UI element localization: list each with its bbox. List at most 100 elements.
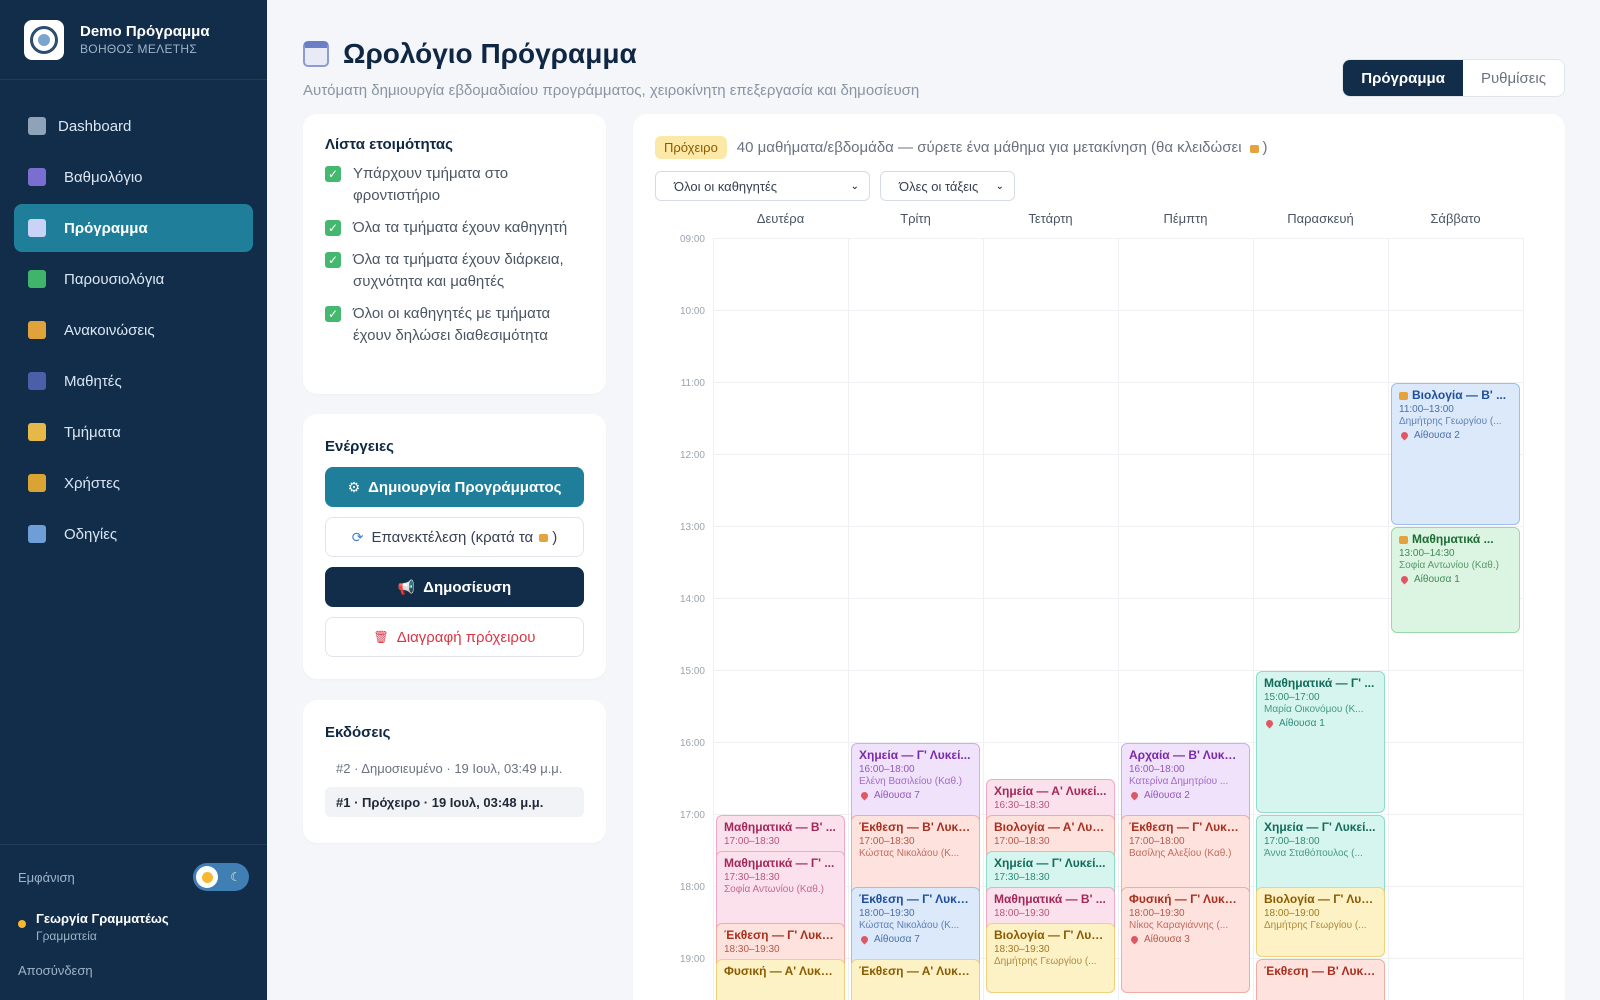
sidebar-item-book[interactable]: Οδηγίες (14, 510, 253, 558)
status-suffix: ) (1262, 139, 1268, 156)
sidebar-item-folder[interactable]: Τμήματα (14, 408, 253, 456)
schedule-event[interactable]: Φυσική — Γ' Λυκεί... 18:00–19:30 Νίκος Καρ… (1121, 887, 1250, 993)
sidebar-item-label: Dashboard (58, 117, 132, 135)
hour-label: 09:00 (679, 234, 705, 245)
brand[interactable]: Demo Πρόγραμμα ΒΟΗΘΟΣ ΜΕΛΕΤΗΣ (0, 0, 267, 80)
rerun-button[interactable]: ⟳ Επανεκτέλεση (κρατά τα ) (325, 517, 584, 557)
event-title-text: Βιολογία — Α' Λυκ... (994, 820, 1107, 834)
event-teacher: Σοφία Αντωνίου (Καθ.) (724, 884, 824, 895)
checkbox-checked-icon: ✓ (325, 306, 341, 322)
class-filter-select[interactable]: Όλες οι τάξεις ⌄ (880, 171, 1015, 201)
event-title-text: Χημεία — Γ' Λυκεί... (859, 748, 971, 762)
logout-link[interactable]: Αποσύνδεση (18, 963, 249, 978)
checklist-item: ✓ Όλα τα τμήματα έχουν διάρκεια, συχνότητ… (325, 249, 584, 293)
theme-toggle[interactable]: ☾ (193, 863, 249, 891)
event-room: Αίθουσα 7 (859, 790, 972, 801)
publish-button[interactable]: 📢 Δημοσίευση (325, 567, 584, 607)
tab-settings[interactable]: Ρυθμίσεις (1463, 60, 1564, 96)
generate-label: Δημιουργία Προγράμματος (368, 478, 562, 496)
event-title-text: Μαθηματικά ... (1412, 532, 1494, 546)
schedule-event[interactable]: Μαθηματικά ... 13:00–14:30 Σοφία Αντωνίου … (1391, 527, 1520, 633)
generate-schedule-button[interactable]: ⚙ Δημιουργία Προγράμματος (325, 467, 584, 507)
sidebar-item-users[interactable]: Μαθητές (14, 357, 253, 405)
bar-chart-icon (28, 168, 46, 186)
pin-icon (1129, 934, 1140, 945)
day-column-divider (1523, 238, 1524, 1000)
schedule-event[interactable]: Έκθεση — Β' Λυκεί... (1256, 959, 1385, 1000)
hour-label: 13:00 (679, 522, 705, 533)
event-title: Αρχαία — Β' Λυκεί... (1129, 748, 1242, 762)
checklist-label: Υπάρχουν τμήματα στο φροντιστήριο (353, 165, 509, 204)
event-title: Βιολογία — Γ' Λυκ... (994, 928, 1107, 942)
schedule-card: Πρόχειρο 40 μαθήματα/εβδομάδα — σύρετε έ… (633, 114, 1565, 1000)
event-teacher: Άννα Σταθόπουλος (... (1264, 848, 1363, 859)
checklist-label: Όλα τα τμήματα έχουν διάρκεια, συχνότητα… (353, 251, 564, 290)
logo (24, 19, 64, 60)
schedule-event[interactable]: Βιολογία — Β' ... 11:00–13:00 Δημήτρης Γεω… (1391, 383, 1520, 525)
publish-label: Δημοσίευση (423, 578, 512, 596)
event-time: 18:00–19:30 (859, 908, 915, 919)
tab-schedule[interactable]: Πρόγραμμα (1343, 60, 1463, 96)
sidebar-item-megaphone[interactable]: Ανακοινώσεις (14, 306, 253, 354)
sidebar-item-calendar[interactable]: Πρόγραμμα (14, 204, 253, 252)
sidebar-item-label: Πρόγραμμα (64, 219, 148, 237)
sidebar-item-key[interactable]: Χρήστες (14, 459, 253, 507)
event-title-text: Μαθηματικά — Γ' ... (1264, 676, 1375, 690)
hour-label: 10:00 (679, 306, 705, 317)
delete-label: Διαγραφή πρόχειρου (396, 628, 536, 646)
megaphone-icon (28, 321, 46, 339)
event-title: Μαθηματικά ... (1399, 532, 1512, 546)
refresh-icon: ⟳ (351, 528, 364, 545)
checklist-label: Όλοι οι καθηγητές με τμήματα έχουν δηλώσ… (353, 305, 551, 344)
schedule-event[interactable]: Φυσική — Α' Λυκεί... (716, 959, 845, 1000)
version-item[interactable]: #1 · Πρόχειρο · 19 Ιουλ, 03:48 μ.μ. (325, 787, 584, 817)
folder-icon (28, 423, 46, 441)
event-time: 18:30–19:30 (724, 944, 780, 955)
versions-card: Εκδόσεις #2 · Δημοσιευμένο · 19 Ιουλ, 03… (303, 700, 606, 843)
schedule-event[interactable]: Μαθηματικά — Γ' ... 15:00–17:00 Μαρία Οικο… (1256, 671, 1385, 813)
event-title-text: Έκθεση — Γ' Λυκεί... (859, 892, 972, 906)
event-title: Χημεία — Γ' Λυκεί... (859, 748, 972, 762)
event-title-text: Φυσική — Α' Λυκεί... (724, 964, 837, 978)
hour-label: 12:00 (679, 450, 705, 461)
delete-draft-button[interactable]: 🗑 Διαγραφή πρόχειρου (325, 617, 584, 657)
event-title: Φυσική — Γ' Λυκεί... (1129, 892, 1242, 906)
teacher-filter-value: Όλοι οι καθηγητές (674, 178, 778, 194)
teacher-filter-select[interactable]: Όλοι οι καθηγητές ⌄ (655, 171, 870, 201)
event-title: Έκθεση — Γ' Λυκεί... (724, 928, 837, 942)
page-title: Ωρολόγιο Πρόγραμμα (343, 38, 637, 69)
sidebar-item-checkbox[interactable]: Παρουσιολόγια (14, 255, 253, 303)
schedule-event[interactable]: Βιολογία — Γ' Λυκ... 18:00–19:00 Δημήτρης … (1256, 887, 1385, 957)
version-item[interactable]: #2 · Δημοσιευμένο · 19 Ιουλ, 03:49 μ.μ. (325, 753, 584, 783)
users-icon (28, 372, 46, 390)
event-teacher: Σοφία Αντωνίου (Καθ.) (1399, 560, 1499, 571)
event-time: 17:00–18:30 (859, 836, 915, 847)
day-column-divider (1118, 238, 1119, 1000)
checkbox-checked-icon: ✓ (325, 166, 341, 182)
brand-title: Demo Πρόγραμμα (80, 23, 210, 40)
key-icon (28, 474, 46, 492)
event-title: Φυσική — Α' Λυκεί... (724, 964, 837, 978)
sidebar-item-bar-chart[interactable]: Βαθμολόγιο (14, 153, 253, 201)
event-time: 17:30–18:30 (994, 872, 1050, 883)
event-teacher: Δημήτρης Γεωργίου (... (994, 956, 1097, 967)
event-title-text: Χημεία — Γ' Λυκεί... (1264, 820, 1376, 834)
sidebar-item-grid[interactable]: Dashboard (14, 102, 253, 150)
event-title: Έκθεση — Γ' Λυκεί... (1129, 820, 1242, 834)
event-title: Μαθηματικά — Β' ... (724, 820, 837, 834)
sidebar-item-label: Παρουσιολόγια (64, 270, 165, 288)
event-teacher: Κώστας Νικολάου (Κ... (859, 848, 960, 859)
readiness-card: Λίστα ετοιμότητας ✓ Υπάρχουν τμήματα στο … (303, 114, 606, 394)
checkbox-checked-icon: ✓ (325, 220, 341, 236)
pin-icon (1399, 574, 1410, 585)
moon-icon: ☾ (230, 870, 241, 884)
megaphone-icon: 📢 (397, 578, 416, 595)
pin-icon (859, 790, 870, 801)
schedule-event[interactable]: Έκθεση — Α' Λυκεί... (851, 959, 980, 1000)
schedule-event[interactable]: Βιολογία — Γ' Λυκ... 18:30–19:30 Δημήτρης … (986, 923, 1115, 993)
event-time: 17:00–18:30 (724, 836, 780, 847)
chevron-down-icon: ⌄ (995, 180, 1004, 192)
event-title-text: Φυσική — Γ' Λυκεί... (1129, 892, 1242, 906)
event-time: 17:30–18:30 (724, 872, 780, 883)
checklist-label: Όλα τα τμήματα έχουν καθηγητή (353, 219, 568, 236)
